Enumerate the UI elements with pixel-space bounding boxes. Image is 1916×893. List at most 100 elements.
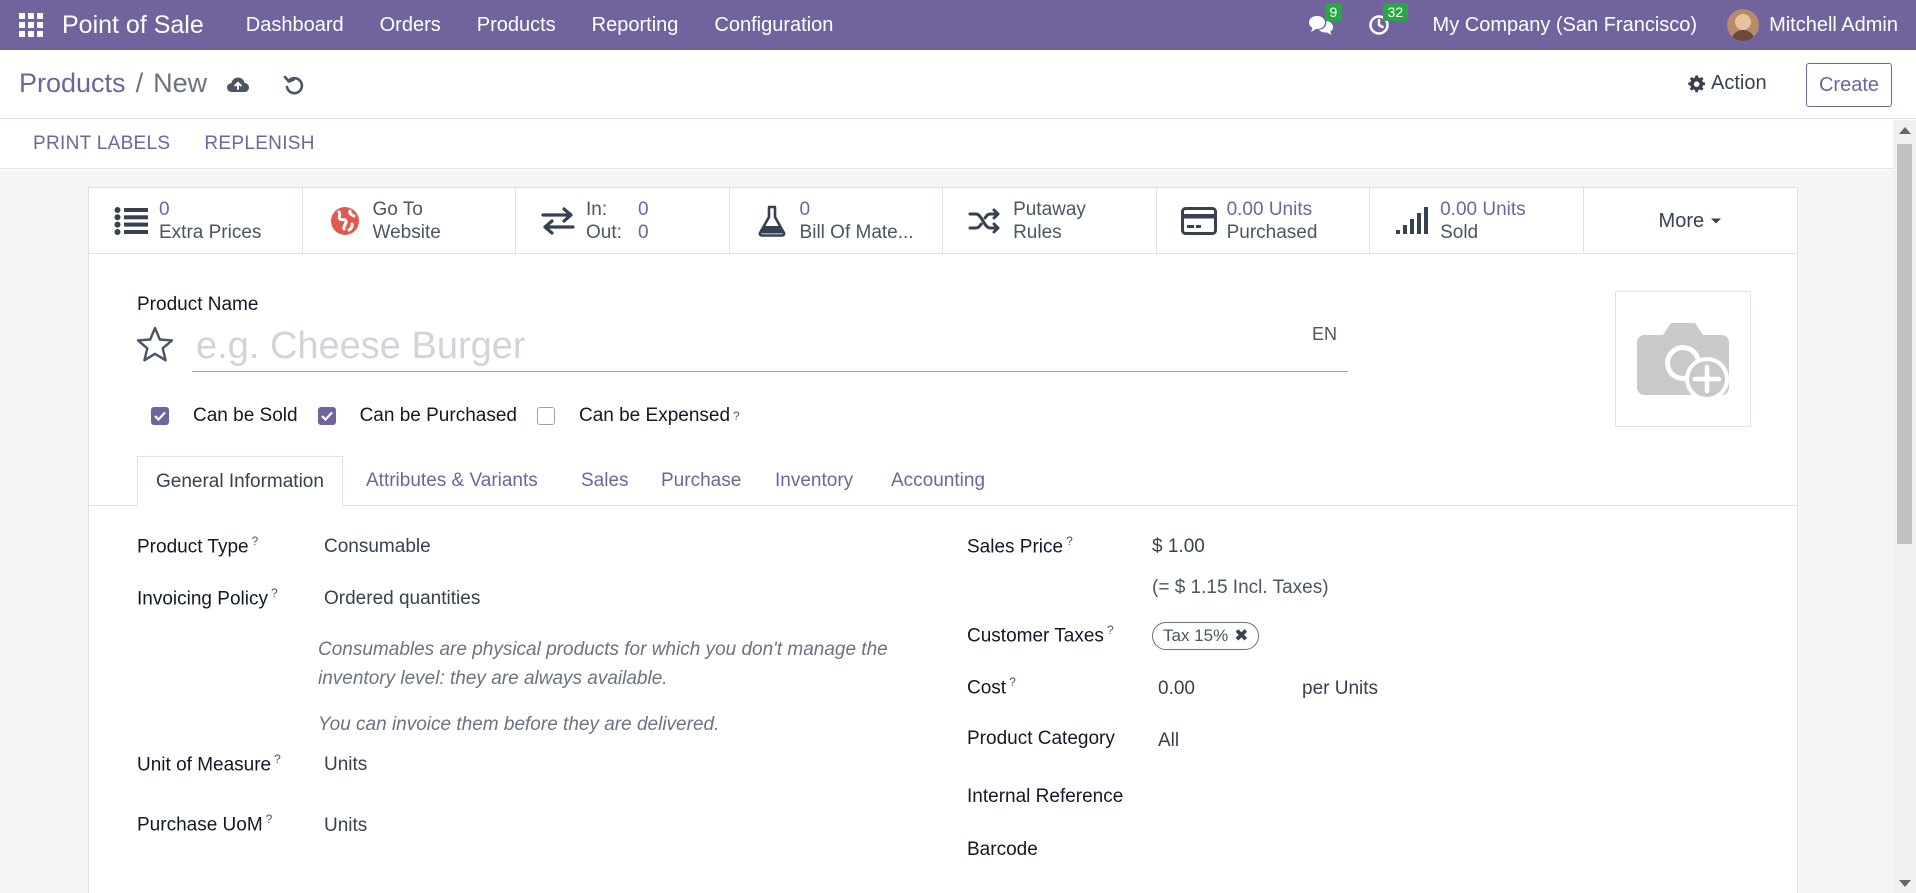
- invoicing-policy-label: Invoicing Policy?: [137, 586, 278, 610]
- vertical-scrollbar[interactable]: [1893, 120, 1916, 893]
- save-cloud-icon[interactable]: [225, 72, 251, 98]
- product-flags: Can be Sold Can be Purchased Can be Expe…: [151, 405, 740, 427]
- tab-attributes-variants[interactable]: Attributes & Variants: [366, 456, 538, 506]
- action-label: Action: [1711, 72, 1767, 94]
- form-button-box: PRINT LABELS REPLENISH: [0, 120, 1893, 169]
- messages-button[interactable]: 9: [1301, 0, 1343, 50]
- bom-count: 0: [799, 199, 811, 220]
- gear-icon: [1688, 74, 1706, 92]
- tax-tag-label: Tax 15%: [1163, 626, 1229, 645]
- purchased-button[interactable]: 0.00 Units Purchased: [1157, 188, 1371, 254]
- can-be-purchased-checkbox[interactable]: [317, 407, 336, 425]
- company-switcher[interactable]: My Company (San Francisco): [1433, 14, 1698, 37]
- credit-card-icon: [1180, 207, 1217, 235]
- sales-price-help[interactable]: ?: [1066, 534, 1073, 548]
- cost-label: Cost?: [967, 675, 1016, 699]
- can-be-expensed-help[interactable]: ?: [733, 409, 740, 423]
- print-labels-button[interactable]: PRINT LABELS: [33, 133, 170, 155]
- cost-input[interactable]: 0.00: [1158, 678, 1195, 700]
- customer-taxes-label: Customer Taxes?: [967, 623, 1114, 647]
- menu-dashboard[interactable]: Dashboard: [228, 14, 362, 37]
- customer-taxes-help[interactable]: ?: [1107, 623, 1114, 637]
- action-menu-button[interactable]: Action: [1688, 72, 1767, 95]
- list-icon: [114, 207, 148, 235]
- tab-inventory[interactable]: Inventory: [775, 456, 853, 506]
- caret-down-icon: [1711, 218, 1722, 224]
- control-panel: Products / New Action Create: [0, 50, 1916, 119]
- smart-button-bar: 0 Extra Prices Go To Website In: 0 Out: …: [89, 188, 1797, 254]
- sales-price-incl-taxes: (= $ 1.15 Incl. Taxes): [1152, 577, 1329, 598]
- out-label: Out:: [586, 222, 622, 243]
- exchange-arrows-icon: [541, 207, 575, 235]
- product-type-select[interactable]: Consumable: [324, 536, 431, 558]
- purchase-uom-select[interactable]: Units: [324, 815, 367, 837]
- messages-badge: 9: [1324, 3, 1343, 21]
- uom-help[interactable]: ?: [274, 752, 281, 766]
- favorite-star-icon[interactable]: [135, 325, 175, 365]
- purchase-uom-help[interactable]: ?: [266, 812, 273, 826]
- bom-label: Bill Of Mate...: [799, 222, 914, 243]
- tab-sales[interactable]: Sales: [581, 456, 629, 506]
- can-be-expensed-checkbox[interactable]: [536, 407, 555, 425]
- navbar-systray: 9 32 My Company (San Francisco) Mitchell…: [1301, 0, 1916, 50]
- cost-help[interactable]: ?: [1009, 675, 1016, 689]
- product-name-label: Product Name: [137, 294, 259, 315]
- top-navbar: Point of Sale Dashboard Orders Products …: [0, 0, 1916, 50]
- tab-general-information[interactable]: General Information: [137, 456, 343, 507]
- breadcrumb-products[interactable]: Products: [19, 68, 126, 99]
- product-category-select[interactable]: All: [1158, 730, 1179, 752]
- sales-price-label: Sales Price?: [967, 534, 1073, 558]
- breadcrumb: Products / New: [19, 68, 207, 99]
- invoicing-policy-help[interactable]: ?: [271, 586, 278, 600]
- product-type-help[interactable]: ?: [252, 534, 259, 548]
- more-smart-buttons[interactable]: More: [1584, 188, 1797, 254]
- product-image-upload[interactable]: [1615, 291, 1751, 427]
- user-avatar[interactable]: [1727, 9, 1760, 41]
- discard-undo-icon[interactable]: [281, 72, 307, 98]
- uom-select[interactable]: Units: [324, 754, 367, 776]
- sales-price-input[interactable]: $ 1.00: [1152, 536, 1205, 558]
- menu-reporting[interactable]: Reporting: [574, 14, 697, 37]
- app-brand[interactable]: Point of Sale: [62, 11, 204, 40]
- form-sheet: 0 Extra Prices Go To Website In: 0 Out: …: [88, 187, 1798, 893]
- can-be-purchased-label[interactable]: Can be Purchased: [360, 405, 517, 427]
- product-name-input[interactable]: [192, 322, 1348, 372]
- menu-products[interactable]: Products: [459, 14, 574, 37]
- can-be-sold-checkbox[interactable]: [151, 407, 169, 425]
- more-label: More: [1658, 209, 1705, 232]
- sold-label: Sold: [1440, 222, 1479, 243]
- can-be-sold-label[interactable]: Can be Sold: [193, 405, 298, 427]
- check-icon: [320, 411, 333, 421]
- remove-tag-icon[interactable]: ✖: [1234, 626, 1248, 646]
- product-type-label: Product Type?: [137, 534, 259, 558]
- scroll-thumb[interactable]: [1897, 144, 1912, 544]
- in-label: In:: [586, 199, 608, 220]
- uom-label: Unit of Measure?: [137, 752, 281, 776]
- menu-configuration[interactable]: Configuration: [696, 14, 851, 37]
- user-menu[interactable]: Mitchell Admin: [1769, 14, 1898, 37]
- go-to-website-button[interactable]: Go To Website: [303, 188, 517, 254]
- create-button[interactable]: Create: [1806, 63, 1892, 107]
- signal-bars-icon: [1396, 207, 1429, 234]
- tab-accounting[interactable]: Accounting: [891, 456, 985, 506]
- purchase-uom-label: Purchase UoM?: [137, 812, 273, 836]
- scroll-up-arrow[interactable]: [1899, 127, 1911, 134]
- putaway-line1: Putaway: [1013, 199, 1086, 220]
- extra-prices-button[interactable]: 0 Extra Prices: [89, 188, 303, 254]
- can-be-expensed-label[interactable]: Can be Expensed: [579, 405, 730, 427]
- shuffle-icon: [968, 208, 1000, 234]
- tab-purchase[interactable]: Purchase: [661, 456, 741, 506]
- in-out-moves-button[interactable]: In: 0 Out: 0: [516, 188, 730, 254]
- apps-menu-icon[interactable]: [0, 0, 62, 50]
- scroll-down-arrow[interactable]: [1899, 880, 1911, 887]
- language-selector[interactable]: EN: [1312, 324, 1337, 345]
- sold-button[interactable]: 0.00 Units Sold: [1370, 188, 1584, 254]
- menu-orders[interactable]: Orders: [362, 14, 459, 37]
- invoicing-policy-select[interactable]: Ordered quantities: [324, 588, 480, 610]
- putaway-rules-button[interactable]: Putaway Rules: [943, 188, 1157, 254]
- out-value: 0: [638, 222, 649, 243]
- activities-button[interactable]: 32: [1359, 0, 1409, 50]
- replenish-button[interactable]: REPLENISH: [204, 133, 314, 155]
- bill-of-materials-button[interactable]: 0 Bill Of Mate...: [730, 188, 944, 254]
- check-icon: [154, 411, 166, 421]
